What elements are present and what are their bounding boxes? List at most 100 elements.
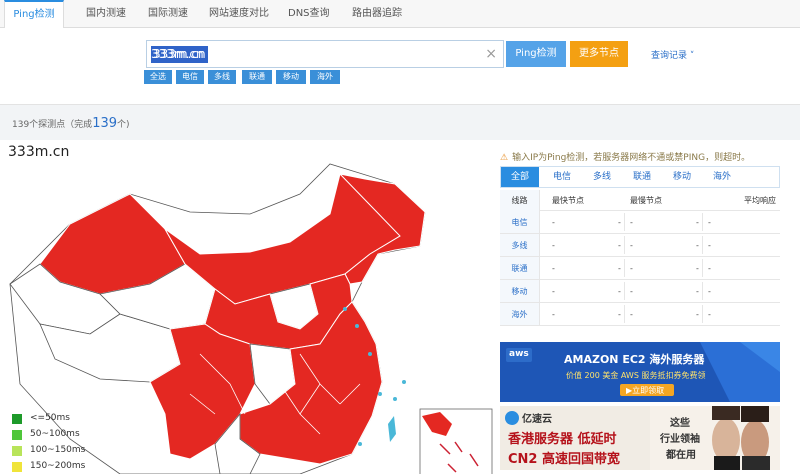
row-average: - [708,287,711,296]
legend-label: 50~100ms [30,429,80,439]
notice-text: 输入IP为Ping检测，若服务器网络不通或禁PING，则超时。 [512,153,751,163]
yisu-tag1: 这些 [670,418,690,429]
tab-traceroute[interactable]: 路由器追踪 [352,0,402,28]
isp-tab-all[interactable]: 全部 [501,167,539,187]
divider [702,213,703,231]
result-panel: ⚠ 输入IP为Ping检测，若服务器网络不通或禁PING，则超时。 全部 电信 多… [496,140,800,474]
divider [624,236,625,254]
aws-subline: 价值 200 美金 AWS 服务抵扣券免费领 [566,371,706,380]
search-box: 333m.cn × [146,40,504,68]
table-header: 线路 最快节点 最慢节点 平均响应 [500,190,780,212]
aws-ad-banner[interactable]: aws AMAZON EC2 海外服务器 价值 200 美金 AWS 服务抵扣券… [500,342,780,402]
history-link[interactable]: 查询记录 ˅ [651,48,694,61]
isp-tab-telecom[interactable]: 电信 [543,167,581,187]
row-slowest-value: - [696,310,699,319]
table-row: 移动 - - - - - [500,280,780,303]
table-row: 联通 - - - - - [500,257,780,280]
isp-tab-mobile[interactable]: 移动 [663,167,701,187]
isp-tab-multiline[interactable]: 多线 [583,167,621,187]
summary-strip: 139个探测点（完成139个) [0,104,800,140]
legend-label: 150~200ms [30,461,86,471]
yisu-ad-banner[interactable]: 亿速云 香港服务器 低延时 CN2 高速回国带宽 这些 行业领袖 都在用 [500,406,780,470]
island-dot [358,442,362,446]
summary-suffix: 个) [117,120,130,130]
result-table: 线路 最快节点 最慢节点 平均响应 电信 - - - - - 多线 - - - … [500,190,780,326]
aws-logo: aws [509,349,529,359]
col-fastest: 最快节点 [552,196,584,205]
china-ping-map [9,163,493,474]
tab-site-compare[interactable]: 网站速度对比 [209,0,269,28]
filter-overseas[interactable]: 海外 [310,70,340,84]
yisu-tag2: 行业领袖 [660,434,700,445]
yisu-logo: 亿速云 [522,414,552,425]
search-area: 333m.cn × Ping检测 更多节点 查询记录 ˅ 全选 电信 多线 联通… [0,28,800,100]
island-dot [393,397,397,401]
filter-telecom[interactable]: 电信 [176,70,204,84]
island-dot [402,380,406,384]
island-dot [343,307,347,311]
row-fastest: - [552,264,555,273]
tab-ping[interactable]: Ping检测 [4,0,64,29]
row-line: 海外 [500,303,540,325]
more-nodes-button[interactable]: 更多节点 [570,41,628,67]
row-fastest: - [552,310,555,319]
aws-cta[interactable]: ▶立即领取 [626,385,664,396]
ping-button[interactable]: Ping检测 [506,41,566,67]
filter-all[interactable]: 全选 [144,70,172,84]
row-average: - [708,310,711,319]
isp-tab-unicom[interactable]: 联通 [623,167,661,187]
isp-tabs: 全部 电信 多线 联通 移动 海外 [500,166,780,188]
row-fastest-value: - [618,287,621,296]
row-line: 电信 [500,211,540,233]
row-fastest: - [552,241,555,250]
aws-headline: AMAZON EC2 海外服务器 [564,353,705,366]
filter-multiline[interactable]: 多线 [208,70,236,84]
legend-label: 100~150ms [30,445,86,455]
tab-domestic-speed[interactable]: 国内测速 [86,0,126,28]
row-fastest: - [552,287,555,296]
row-slowest: - [630,310,633,319]
table-row: 多线 - - - - - [500,234,780,257]
legend-swatch [12,446,22,456]
search-input[interactable] [151,45,471,63]
col-slowest: 最慢节点 [630,196,662,205]
filter-unicom[interactable]: 联通 [242,70,272,84]
divider [702,305,703,323]
row-line: 多线 [500,234,540,256]
col-line: 线路 [500,190,540,212]
row-slowest-value: - [696,264,699,273]
probe-summary: 139个探测点（完成139个) [12,116,130,131]
row-fastest-value: - [618,310,621,319]
island-dot [355,324,359,328]
yisu-line1: 香港服务器 低延时 [508,432,617,447]
row-fastest: - [552,218,555,227]
summary-count: 139 [92,116,118,131]
divider [624,213,625,231]
clear-icon[interactable]: × [485,45,497,63]
legend-swatch [12,414,22,424]
row-average: - [708,218,711,227]
row-average: - [708,241,711,250]
table-row: 海外 - - - - - [500,303,780,326]
top-nav: Ping检测 国内测速 国际测速 网站速度对比 DNS查询 路由器追踪 [0,0,800,29]
ping-notice: ⚠ 输入IP为Ping检测，若服务器网络不通或禁PING，则超时。 [500,150,750,163]
row-slowest: - [630,287,633,296]
island-dot [378,392,382,396]
row-fastest-value: - [618,264,621,273]
tab-international-speed[interactable]: 国际测速 [148,0,188,28]
row-average: - [708,264,711,273]
summary-prefix: 139个探测点（完成 [12,120,93,130]
filter-mobile[interactable]: 移动 [276,70,306,84]
map-panel: 333m.cn <=50ms 50~100ms 100~150ms 150~20… [0,140,496,474]
row-slowest-value: - [696,218,699,227]
warning-icon: ⚠ [500,153,509,163]
row-slowest: - [630,241,633,250]
row-fastest-value: - [618,241,621,250]
row-slowest: - [630,264,633,273]
row-slowest: - [630,218,633,227]
divider [624,305,625,323]
tab-dns[interactable]: DNS查询 [288,0,330,28]
isp-tab-overseas[interactable]: 海外 [703,167,741,187]
island-taiwan [388,416,396,442]
col-average: 平均响应 [744,196,776,205]
